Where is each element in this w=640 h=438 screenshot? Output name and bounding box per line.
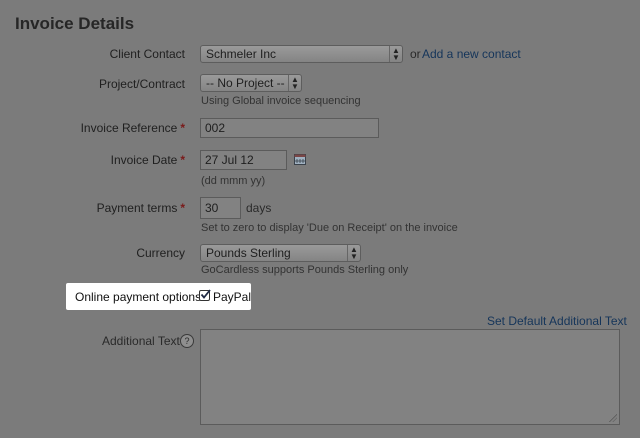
currency-hint: GoCardless supports Pounds Sterling only [201,264,409,276]
updown-arrows-icon: ▲ ▼ [347,245,360,261]
updown-arrows-icon: ▲ ▼ [389,46,402,62]
currency-select[interactable]: Pounds Sterling ▲ ▼ [200,244,361,262]
payment-terms-label: Payment terms * [96,201,185,215]
client-contact-label: Client Contact [109,47,185,61]
section-title: Invoice Details [15,14,135,33]
payment-terms-unit: days [246,201,272,215]
required-marker: * [180,153,185,167]
invoice-date-hint: (dd mmm yy) [201,175,266,187]
payment-terms-input[interactable]: 30 [200,197,241,219]
calendar-icon[interactable] [294,153,306,165]
invoice-date-label: Invoice Date * [110,153,185,167]
set-default-additional-text-link[interactable]: Set Default Additional Text [487,314,627,328]
additional-text-textarea[interactable] [200,329,620,425]
required-marker: * [180,121,185,135]
client-contact-select[interactable]: Schmeler Inc ▲ ▼ [200,45,403,63]
invoice-reference-label: Invoice Reference * [80,121,185,135]
add-new-contact-link[interactable]: Add a new contact [422,47,521,61]
or-text: or [410,47,421,61]
client-contact-value: Schmeler Inc [206,47,277,61]
checkmark-icon [200,289,211,299]
resize-handle-icon[interactable] [609,414,617,422]
paypal-checkbox[interactable] [199,289,211,301]
currency-value: Pounds Sterling [206,246,291,260]
project-select[interactable]: -- No Project -- ▲ ▼ [200,74,302,92]
invoice-date-input[interactable]: 27 Jul 12 [200,150,287,170]
paypal-label[interactable]: PayPal [213,290,251,304]
project-hint: Using Global invoice sequencing [201,95,361,107]
additional-text-label: Additional Text [102,334,180,348]
required-marker: * [180,201,185,215]
currency-label: Currency [136,246,185,260]
help-icon[interactable]: ? [180,334,194,348]
online-payment-label: Online payment options [75,290,202,304]
project-label: Project/Contract [98,77,185,91]
payment-terms-hint: Set to zero to display 'Due on Receipt' … [201,222,458,234]
project-value: -- No Project -- [206,76,285,90]
updown-arrows-icon: ▲ ▼ [288,75,301,91]
invoice-reference-input[interactable]: 002 [200,118,379,138]
